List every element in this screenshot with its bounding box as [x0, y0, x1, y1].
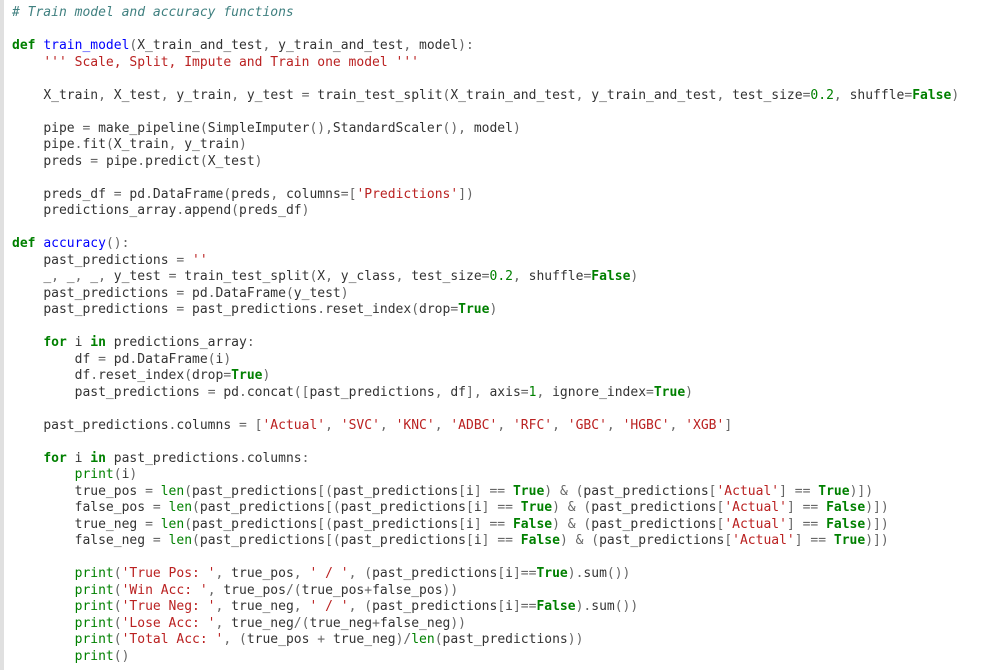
comment-head: # Train model and accuracy functions: [12, 5, 294, 20]
param-xtt: X_train_and_test: [137, 38, 262, 53]
param-ytt: y_train_and_test: [278, 38, 403, 53]
kw-def: def: [12, 38, 35, 53]
fn-accuracy: accuracy: [43, 236, 106, 251]
docstring-train: ''' Scale, Split, Impute and Train one m…: [43, 55, 419, 70]
code-block: # Train model and accuracy functions def…: [0, 0, 1003, 670]
fn-train-model: train_model: [43, 38, 129, 53]
param-model: model: [419, 38, 458, 53]
